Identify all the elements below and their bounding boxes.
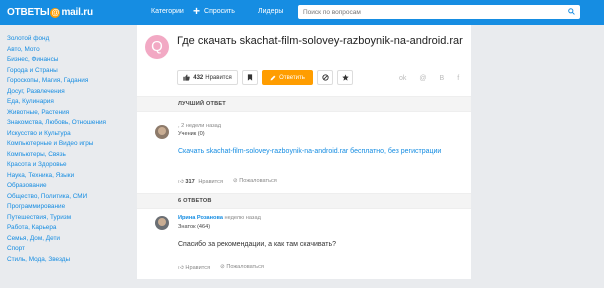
best-answer-like[interactable]: 👍︎ 317 Нравится xyxy=(178,178,223,185)
logo-suffix: mail.ru xyxy=(61,7,93,18)
search-icon[interactable] xyxy=(568,8,575,15)
sidebar-item-society[interactable]: Общество, Политика, СМИ xyxy=(7,192,132,203)
facebook-icon[interactable]: f xyxy=(457,75,459,82)
search-input[interactable] xyxy=(298,5,558,19)
sidebar-item-games[interactable]: Компьютерные и Видео игры xyxy=(7,139,132,150)
star-icon xyxy=(341,74,349,81)
sidebar-item-business[interactable]: Бизнес, Финансы xyxy=(7,55,132,66)
plus-icon: + xyxy=(193,4,201,18)
best-answer-like-label: Нравится xyxy=(198,179,224,185)
best-answer-complain-label: Пожаловаться xyxy=(239,178,277,184)
thumbs-up-icon: 👍︎ xyxy=(178,265,184,271)
best-answer: , 2 недели назад Ученик (0) Скачать skac… xyxy=(137,112,471,193)
sidebar-item-science[interactable]: Наука, Техника, Языки xyxy=(7,171,132,182)
sidebar-item-education[interactable]: Образование xyxy=(7,181,132,192)
nav-leaders-label: Лидеры xyxy=(258,7,284,15)
question-actions: 432 Нравится Ответить xyxy=(177,70,353,85)
bar-chart-icon xyxy=(246,7,254,15)
sidebar-item-horoscopes[interactable]: Гороскопы, Магия, Гадания xyxy=(7,76,132,87)
sidebar-item-auto[interactable]: Авто, Мото xyxy=(7,45,132,56)
nav-ask-label: Спросить xyxy=(204,7,235,15)
question-header: Q Где скачать skachat-film-solovey-razbo… xyxy=(137,25,471,96)
star-button[interactable] xyxy=(337,70,353,85)
like-count: 432 xyxy=(193,74,204,81)
question-author-avatar[interactable]: Q xyxy=(145,35,169,59)
answers-heading: 6 ОТВЕТОВ xyxy=(137,193,471,209)
best-answer-like-count: 317 xyxy=(185,179,195,185)
answer-like[interactable]: 👍︎ Нравится xyxy=(178,264,210,271)
mail-share-icon[interactable]: @ xyxy=(419,75,426,82)
odnoklassniki-icon[interactable]: ok xyxy=(399,75,406,82)
nav-ask[interactable]: + Спросить xyxy=(193,4,235,18)
best-answer-rank: Ученик (0) xyxy=(178,131,205,137)
best-answer-avatar[interactable] xyxy=(155,125,169,139)
answer-author-avatar[interactable] xyxy=(155,216,169,230)
category-sidebar: Золотой фонд Авто, Мото Бизнес, Финансы … xyxy=(7,34,132,265)
answer-complain[interactable]: ⊘ Пожаловаться xyxy=(220,264,264,271)
answer-label: Ответить xyxy=(279,74,305,81)
nav-categories-label: Категории xyxy=(151,7,184,15)
bookmark-button[interactable] xyxy=(242,70,258,85)
question-title: Где скачать skachat-film-solovey-razboyn… xyxy=(177,35,463,47)
sidebar-item-travel[interactable]: Путешествия, Туризм xyxy=(7,213,132,224)
social-share: ok @ B f xyxy=(399,75,459,82)
sidebar-item-programming[interactable]: Программирование xyxy=(7,202,132,213)
sidebar-item-beauty[interactable]: Красота и Здоровье xyxy=(7,160,132,171)
sidebar-item-animals[interactable]: Животные, Растения xyxy=(7,108,132,119)
answer-button[interactable]: Ответить xyxy=(262,70,313,85)
logo-prefix: ОТВЕТЫ xyxy=(7,7,50,18)
grid-icon xyxy=(139,7,147,15)
question-card: Q Где скачать skachat-film-solovey-razbo… xyxy=(137,25,471,279)
nav-leaders[interactable]: Лидеры xyxy=(246,7,283,15)
thumbs-up-icon: 👍︎ xyxy=(178,179,184,185)
sidebar-item-style[interactable]: Стиль, Мода, Звезды xyxy=(7,255,132,266)
sidebar-item-art[interactable]: Искусство и Культура xyxy=(7,129,132,140)
search-box xyxy=(298,5,580,19)
top-header: ОТВЕТЫ @ mail.ru Категории + Спросить Ли… xyxy=(0,0,604,25)
like-label: Нравится xyxy=(205,74,232,81)
answer-complain-label: Пожаловаться xyxy=(226,264,264,270)
like-button[interactable]: 432 Нравится xyxy=(177,70,238,85)
nav-categories[interactable]: Категории xyxy=(139,7,184,15)
block-button[interactable] xyxy=(317,70,333,85)
pencil-icon xyxy=(270,75,276,80)
right-column xyxy=(477,25,604,288)
logo-at-icon: @ xyxy=(50,7,61,18)
answer-item: Ирина Розанова неделю назад Знаток (464)… xyxy=(137,209,471,279)
answer-rank: Знаток (464) xyxy=(178,224,211,230)
answer-time: неделю назад xyxy=(222,215,261,221)
sidebar-item-computers[interactable]: Компьютеры, Связь xyxy=(7,150,132,161)
complain-icon: ⊘ xyxy=(220,264,225,270)
thumbs-up-icon xyxy=(183,74,190,81)
answer-text: Спасибо за рекомендации, а как там скачи… xyxy=(178,241,337,248)
answer-footer: 👍︎ Нравится ⊘ Пожаловаться xyxy=(178,264,264,271)
sidebar-item-cities[interactable]: Города и Страны xyxy=(7,66,132,77)
sidebar-item-dating[interactable]: Знакомства, Любовь, Отношения xyxy=(7,118,132,129)
sidebar-item-sport[interactable]: Спорт xyxy=(7,244,132,255)
sidebar-item-leisure[interactable]: Досуг, Развлечения xyxy=(7,87,132,98)
best-answer-footer: 👍︎ 317 Нравится ⊘ Пожаловаться xyxy=(178,178,277,185)
answer-like-label: Нравится xyxy=(185,265,211,271)
best-answer-text[interactable]: Скачать skachat-film-solovey-razboynik-n… xyxy=(178,147,458,157)
answer-author-name[interactable]: Ирина Розанова xyxy=(178,215,223,221)
answer-meta: Ирина Розанова неделю назад xyxy=(178,215,261,221)
best-answer-heading: ЛУЧШИЙ ОТВЕТ xyxy=(137,96,471,112)
site-logo[interactable]: ОТВЕТЫ @ mail.ru xyxy=(7,6,93,19)
sidebar-item-work[interactable]: Работа, Карьера xyxy=(7,223,132,234)
sidebar-item-food[interactable]: Еда, Кулинария xyxy=(7,97,132,108)
sidebar-item-family[interactable]: Семья, Дом, Дети xyxy=(7,234,132,245)
best-answer-time: , 2 недели назад xyxy=(178,123,222,129)
vk-icon[interactable]: B xyxy=(440,75,445,82)
best-answer-complain[interactable]: ⊘ Пожаловаться xyxy=(233,178,277,185)
bookmark-icon xyxy=(247,74,253,81)
sidebar-item-gold-fund[interactable]: Золотой фонд xyxy=(7,34,132,45)
block-icon xyxy=(321,74,329,81)
complain-icon: ⊘ xyxy=(233,178,238,184)
